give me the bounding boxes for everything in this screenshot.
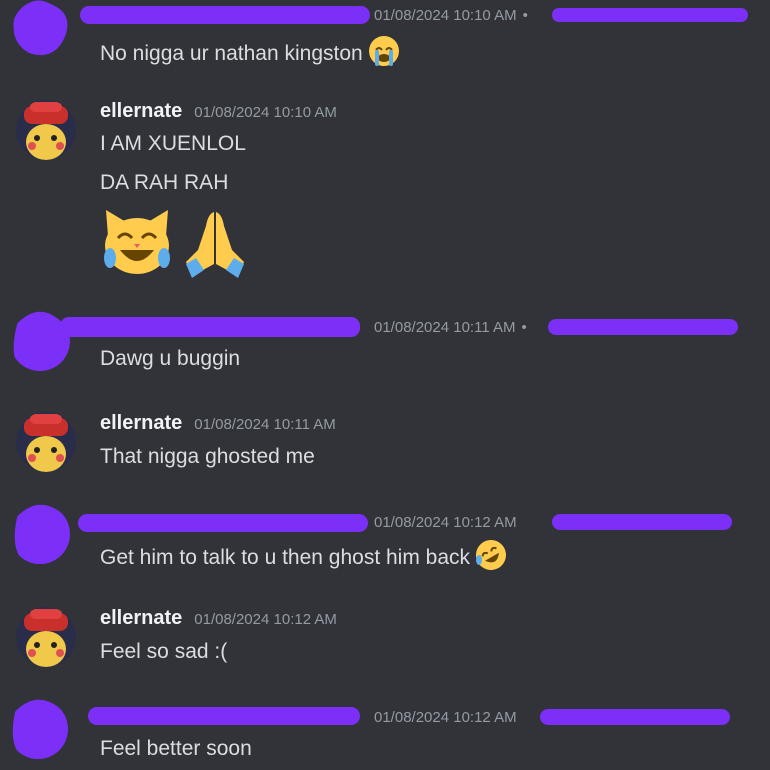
message-item[interactable]: 01/08/2024 10:10 AM • No nigga ur nathan… — [0, 0, 770, 80]
message-item[interactable]: 01/08/2024 10:12 AM Feel better soon — [0, 695, 770, 770]
redacted-tag — [552, 8, 748, 22]
avatar[interactable] — [16, 607, 76, 667]
message-item[interactable]: 01/08/2024 10:11 AM • Dawg u buggin — [0, 305, 770, 385]
message-text: I AM XUENLOL — [100, 132, 246, 155]
message-header: 01/08/2024 10:10 AM • — [374, 7, 528, 24]
username[interactable]: ellernate — [100, 412, 182, 435]
timestamp: 01/08/2024 10:10 AM — [194, 104, 337, 121]
message-text: That nigga ghosted me — [100, 445, 315, 468]
message-item[interactable]: ellernate 01/08/2024 10:10 AM I AM XUENL… — [0, 98, 770, 283]
rolling-on-the-floor-laughing-icon — [474, 538, 508, 578]
timestamp: 01/08/2024 10:11 AM — [194, 416, 336, 433]
cat-with-tears-of-joy-icon — [100, 206, 174, 280]
redacted-tag — [540, 709, 730, 725]
big-emoji-row — [100, 206, 252, 280]
redacted-avatar[interactable] — [10, 504, 70, 564]
message-header: ellernate 01/08/2024 10:10 AM — [100, 100, 337, 123]
message-item[interactable]: ellernate 01/08/2024 10:11 AM That nigga… — [0, 410, 770, 490]
message-text: Feel so sad :( — [100, 640, 228, 663]
folded-hands-icon — [178, 206, 252, 280]
redacted-username — [60, 317, 360, 337]
message-line: DA RAH RAH — [100, 171, 228, 195]
timestamp: 01/08/2024 10:12 AM — [374, 514, 517, 531]
redacted-username — [80, 6, 370, 24]
message-text: No nigga ur nathan kingston — [100, 42, 363, 65]
avatar[interactable] — [16, 100, 76, 160]
separator: • — [521, 319, 527, 336]
redacted-username — [88, 707, 360, 725]
message-line: I AM XUENLOL — [100, 132, 246, 156]
message-line: No nigga ur nathan kingston — [100, 34, 401, 74]
separator: • — [522, 7, 528, 24]
message-text: Feel better soon — [100, 737, 252, 760]
message-header: 01/08/2024 10:12 AM — [374, 514, 517, 531]
timestamp: 01/08/2024 10:10 AM — [374, 7, 517, 24]
message-line: Get him to talk to u then ghost him back — [100, 538, 508, 578]
redacted-tag — [548, 319, 738, 335]
message-header: 01/08/2024 10:11 AM • — [374, 319, 527, 336]
message-line: Feel so sad :( — [100, 640, 227, 664]
message-line: Feel better soon — [100, 737, 252, 761]
message-header: 01/08/2024 10:12 AM — [374, 709, 517, 726]
username[interactable]: ellernate — [100, 100, 182, 123]
message-text: Dawg u buggin — [100, 347, 241, 370]
message-header: ellernate 01/08/2024 10:11 AM — [100, 412, 336, 435]
message-text: Get him to talk to u then ghost him back — [100, 546, 471, 569]
message-header: ellernate 01/08/2024 10:12 AM — [100, 607, 337, 630]
username[interactable]: ellernate — [100, 607, 182, 630]
timestamp: 01/08/2024 10:11 AM — [374, 319, 516, 336]
redacted-avatar[interactable] — [8, 699, 68, 759]
message-line: That nigga ghosted me — [100, 445, 315, 469]
loudly-crying-face-icon — [367, 34, 401, 74]
redacted-avatar[interactable] — [12, 0, 72, 60]
message-text: DA RAH RAH — [100, 171, 229, 194]
message-item[interactable]: 01/08/2024 10:12 AM Get him to talk to u… — [0, 500, 770, 585]
timestamp: 01/08/2024 10:12 AM — [374, 709, 517, 726]
avatar[interactable] — [16, 412, 76, 472]
redacted-username — [78, 514, 368, 532]
message-item[interactable]: ellernate 01/08/2024 10:12 AM Feel so sa… — [0, 605, 770, 685]
message-line: Dawg u buggin — [100, 347, 240, 371]
timestamp: 01/08/2024 10:12 AM — [194, 611, 337, 628]
redacted-tag — [552, 514, 732, 530]
